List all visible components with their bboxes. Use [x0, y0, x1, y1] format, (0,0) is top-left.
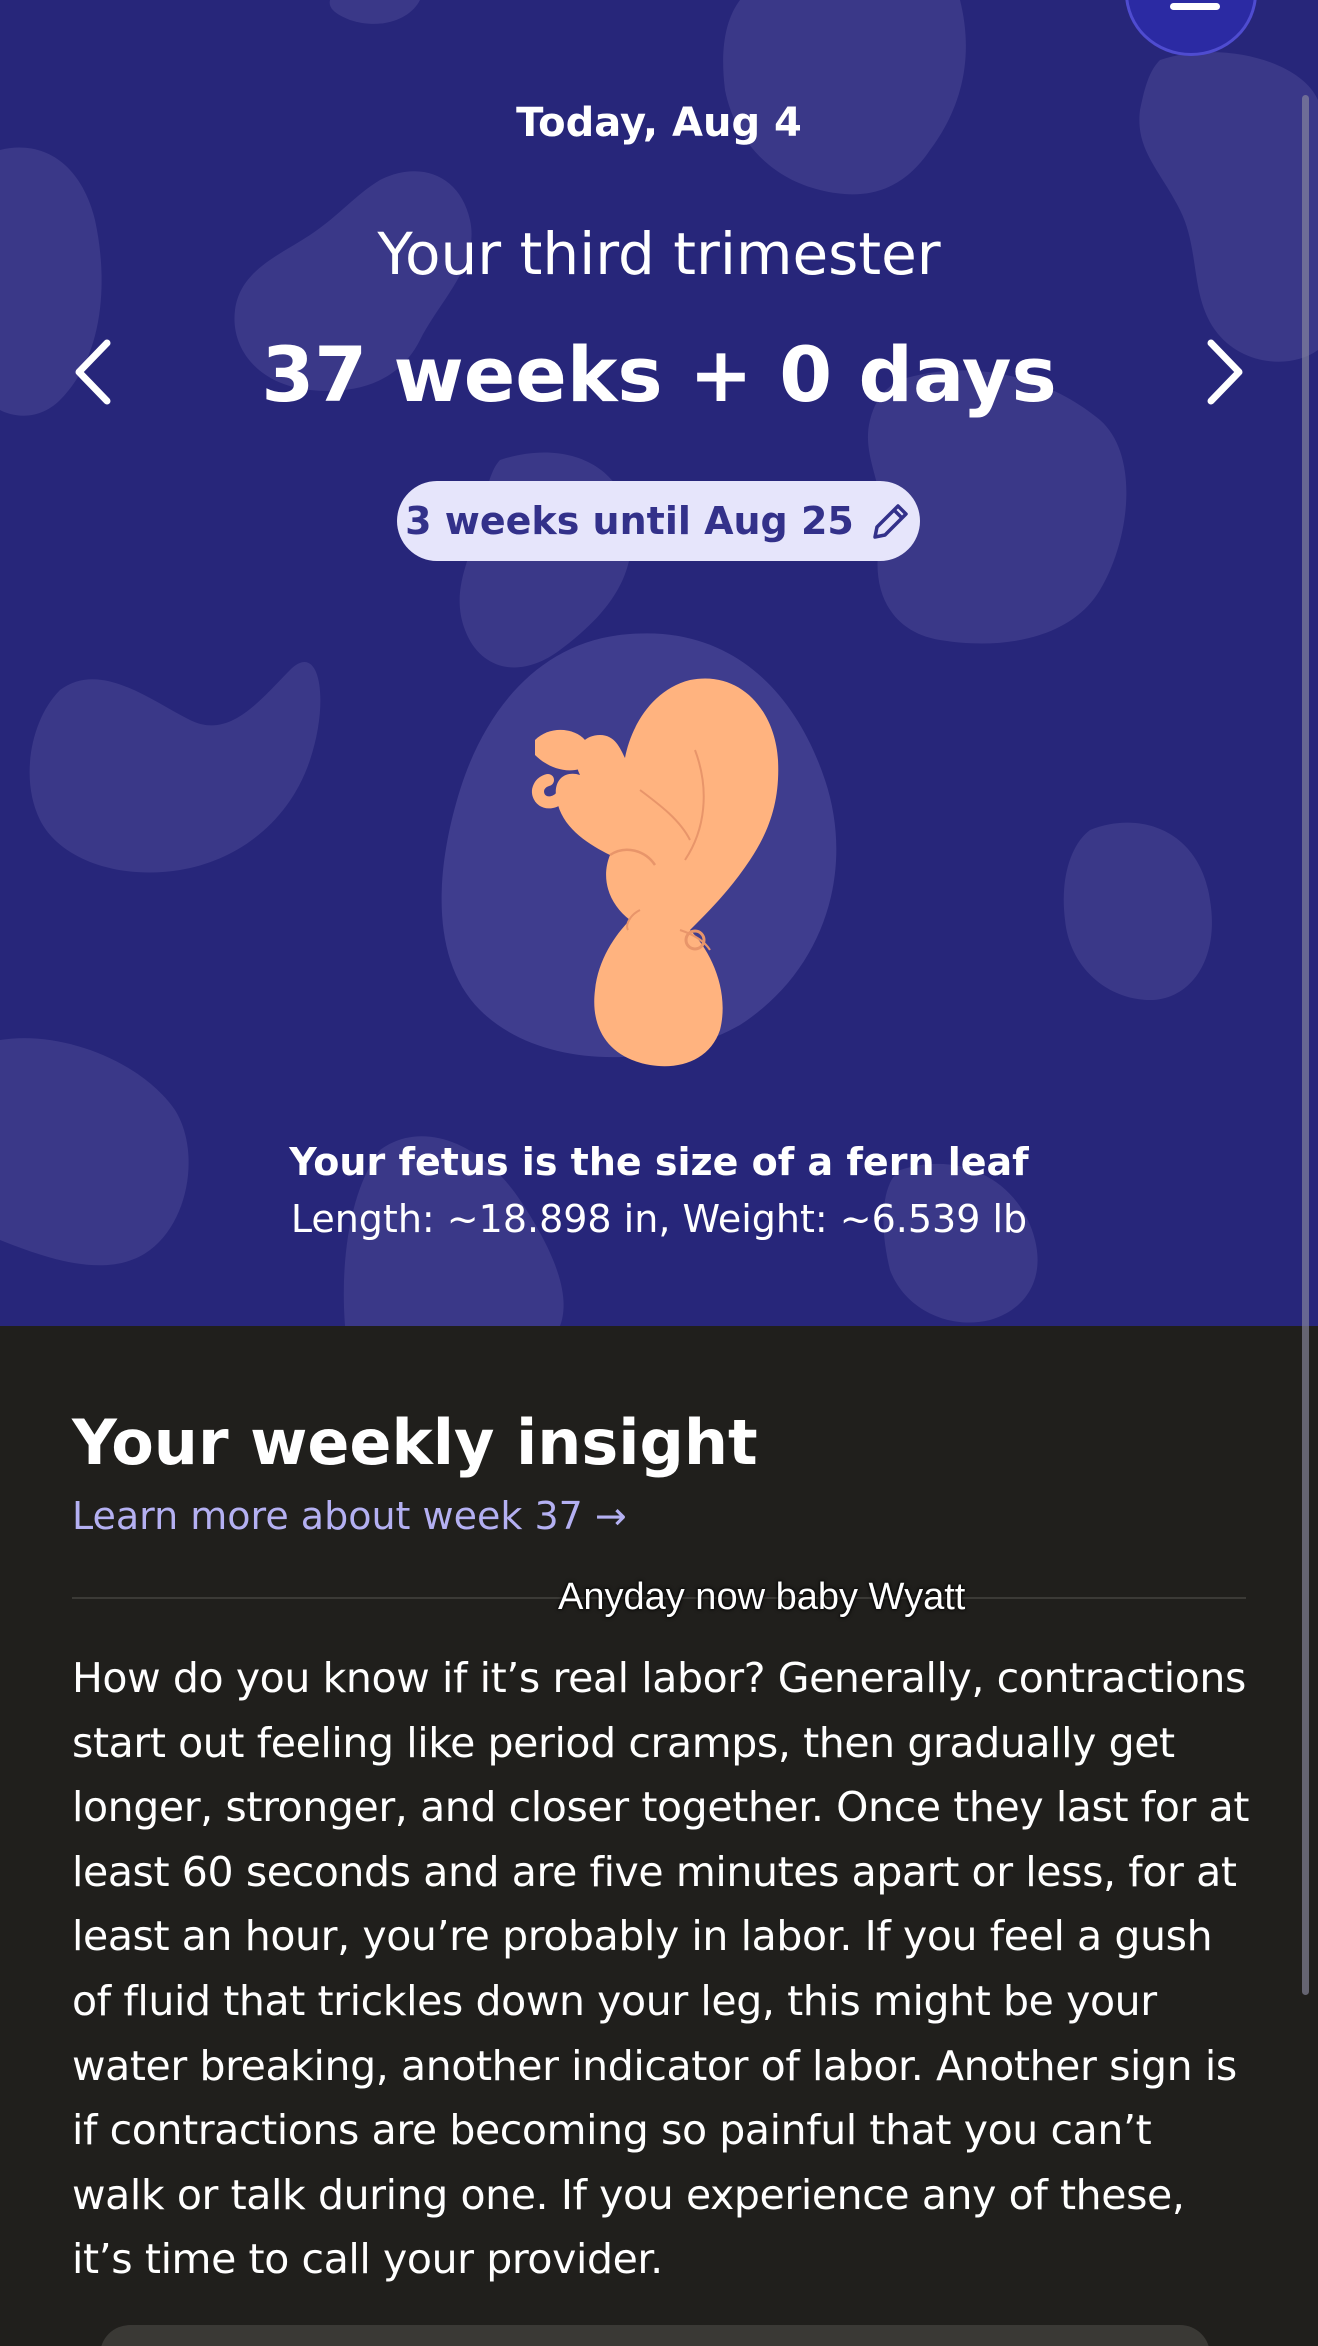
due-date-label: 3 weeks until Aug 25: [405, 499, 854, 543]
trimester-label: Your third trimester: [377, 220, 941, 288]
scrollbar[interactable]: [1302, 95, 1309, 1995]
weekly-insight-section: Your weekly insight Learn more about wee…: [0, 1326, 1318, 2346]
fetus-size-title: Your fetus is the size of a fern leaf: [289, 1140, 1029, 1184]
fetus-measurements: Length: ~18.898 in, Weight: ~6.539 lb: [290, 1197, 1028, 1241]
learn-more-link[interactable]: Learn more about week 37 →: [72, 1494, 627, 1538]
due-date-edit-button[interactable]: 3 weeks until Aug 25: [397, 481, 920, 561]
today-date-label: Today, Aug 4: [516, 100, 802, 146]
pregnancy-week-screen: Today, Aug 4 Your third trimester 37 wee…: [0, 0, 1318, 2346]
menu-icon: [1170, 3, 1220, 10]
pencil-icon: [873, 504, 908, 539]
fetus-illustration: [441, 633, 837, 1067]
weekly-insight-body: How do you know if it’s real labor? Gene…: [72, 1654, 1250, 2284]
overlay-caption: Anyday now baby Wyatt: [558, 1576, 966, 1618]
weekly-insight-title: Your weekly insight: [72, 1406, 758, 1479]
next-week-button[interactable]: [1190, 332, 1260, 412]
chevron-right-icon: [1207, 339, 1243, 405]
bottom-sheet-handle[interactable]: [100, 2325, 1210, 2346]
pregnancy-age-title: 37 weeks + 0 days: [261, 330, 1057, 419]
week-hero: Today, Aug 4 Your third trimester 37 wee…: [0, 0, 1318, 1326]
